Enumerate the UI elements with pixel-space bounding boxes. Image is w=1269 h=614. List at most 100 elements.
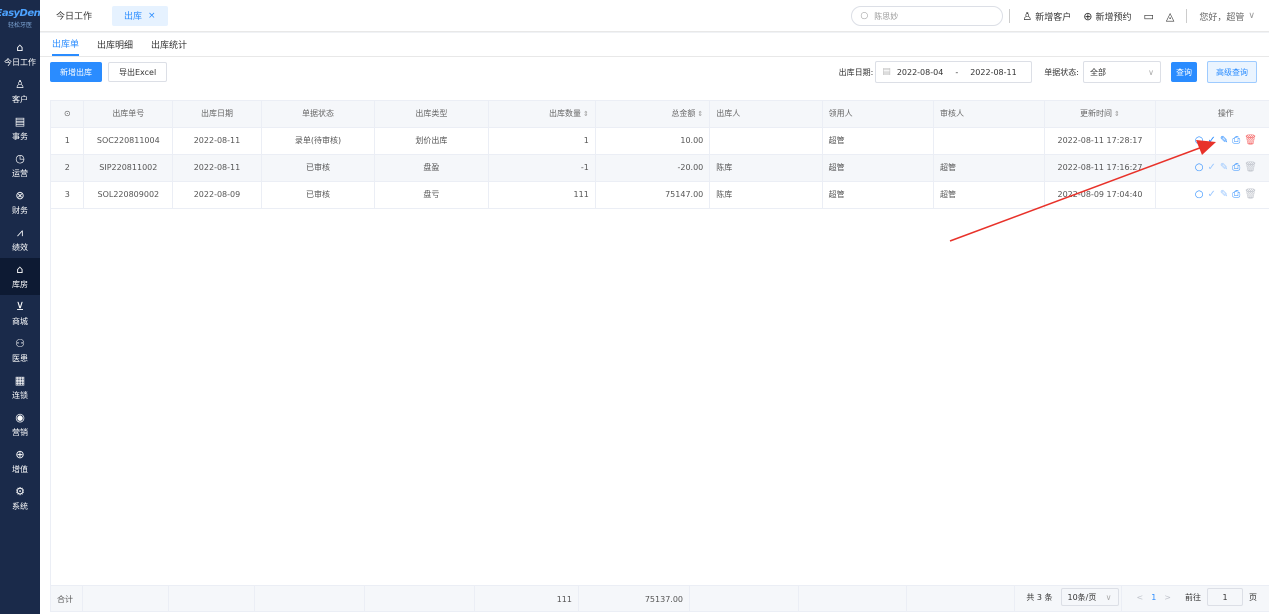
col-amount[interactable]: 总金额 ⇕ bbox=[595, 101, 711, 128]
sidebar-item-9[interactable]: ▦ 连锁 bbox=[0, 369, 40, 406]
sidebar-item-label: 系统 bbox=[12, 501, 28, 511]
view-icon[interactable]: ○ bbox=[1195, 135, 1204, 146]
sidebar-item-12[interactable]: ⚙ 系统 bbox=[0, 480, 40, 517]
total-count: 共 3 条 bbox=[1026, 592, 1053, 602]
sidebar: EasyDent 轻松牙医 ⌂ 今日工作 ♙ 客户 ▤ 事务 ◷ 运营 ⊗ 财务 ⩘ 绩效 ⌂ 库房 ⊻ 商城… bbox=[0, 0, 45, 614]
page-size-select[interactable]: 10条/页 ∨ bbox=[1060, 588, 1119, 606]
summary-qty: 111 bbox=[475, 586, 579, 612]
advanced-query-button[interactable]: 高级查询 bbox=[1207, 61, 1257, 83]
export-excel-button[interactable]: 导出Excel bbox=[108, 62, 168, 82]
cell-amount: -20.00 bbox=[595, 154, 711, 182]
task-icon: ▤ bbox=[14, 114, 26, 128]
user-menu[interactable]: 您好，超管 ∨ bbox=[1199, 10, 1255, 23]
people-icon: ⚇ bbox=[15, 336, 25, 350]
cell-receiver: 超管 bbox=[822, 154, 934, 182]
warehouse-icon: ⌂ bbox=[16, 262, 24, 276]
chevron-down-icon: ∨ bbox=[1148, 67, 1154, 77]
new-outbound-button[interactable]: 新增出库 bbox=[50, 62, 102, 82]
print-icon[interactable]: ⎙ bbox=[1232, 189, 1240, 200]
sort-icon[interactable]: ⇕ bbox=[697, 110, 703, 118]
cell-amount: 75147.00 bbox=[595, 181, 711, 209]
table-row[interactable]: 1 SOC220811004 2022-08-11 录单(待审核) 划价出库 1 10.00… bbox=[51, 127, 1269, 155]
sidebar-item-label: 客户 bbox=[12, 94, 28, 104]
approve-icon[interactable]: ✓ bbox=[1207, 162, 1215, 173]
tab-outbound[interactable]: 出库 × bbox=[112, 5, 168, 26]
table-row[interactable]: 2 SIP220811002 2022-08-11 已审核 盘盈 -1 -20.00 陈库 超管… bbox=[51, 154, 1269, 182]
edit-icon[interactable]: ✎ bbox=[1220, 135, 1228, 146]
edit-icon[interactable]: ✎ bbox=[1220, 162, 1228, 173]
table-row[interactable]: 3 SOL220809002 2022-08-09 已审核 盘亏 111 75147.00 陈… bbox=[51, 181, 1269, 209]
chevron-down-icon: ∨ bbox=[1248, 11, 1255, 21]
bell-icon[interactable]: ◬ bbox=[1166, 10, 1174, 23]
print-icon[interactable]: ⎙ bbox=[1232, 135, 1240, 146]
close-icon[interactable]: × bbox=[148, 11, 156, 21]
building-icon: ▦ bbox=[14, 373, 26, 387]
date-range-picker[interactable]: ▤ 2022-08-04 - 2022-08-11 bbox=[875, 61, 1033, 83]
new-customer-button[interactable]: ♙ 新增客户 bbox=[1022, 10, 1071, 23]
cell-outby bbox=[709, 127, 823, 155]
prev-page-icon[interactable]: < bbox=[1137, 593, 1144, 602]
view-icon[interactable]: ○ bbox=[1195, 162, 1204, 173]
goto-page-input[interactable]: 1 bbox=[1207, 588, 1243, 606]
col-updated[interactable]: 更新时间 ⇕ bbox=[1044, 101, 1156, 128]
sidebar-item-3[interactable]: ◷ 运营 bbox=[0, 147, 40, 184]
message-icon[interactable]: ▭ bbox=[1144, 10, 1154, 23]
col-qty[interactable]: 出库数量 ⇕ bbox=[488, 101, 596, 128]
cell-ops: ○ ✓ ✎ ⎙ 🗑 bbox=[1155, 154, 1269, 182]
sidebar-item-10[interactable]: ◉ 营销 bbox=[0, 406, 40, 443]
cell-no: SOL220809002 bbox=[83, 181, 174, 209]
query-button[interactable]: 查询 bbox=[1171, 62, 1197, 82]
sidebar-item-11[interactable]: ⊕ 增值 bbox=[0, 443, 40, 480]
settings-icon: ⚙ bbox=[15, 484, 25, 498]
status-select[interactable]: 全部 ∨ bbox=[1083, 61, 1161, 83]
delete-icon[interactable]: 🗑 bbox=[1244, 135, 1257, 146]
sidebar-item-6[interactable]: ⌂ 库房 bbox=[0, 258, 40, 295]
sidebar-item-2[interactable]: ▤ 事务 bbox=[0, 110, 40, 147]
col-updated-label: 更新时间 bbox=[1080, 109, 1113, 119]
user-icon: ♙ bbox=[15, 77, 25, 91]
date-label: 出库日期: bbox=[838, 67, 874, 77]
sidebar-item-4[interactable]: ⊗ 财务 bbox=[0, 184, 40, 221]
col-status: 单据状态 bbox=[261, 101, 376, 128]
greeting: 您好，超管 bbox=[1199, 12, 1245, 23]
tab-today[interactable]: 今日工作 bbox=[44, 6, 104, 26]
cell-outby: 陈库 bbox=[709, 154, 823, 182]
new-booking-button[interactable]: ⊕ 新增预约 bbox=[1083, 10, 1131, 23]
sidebar-item-label: 今日工作 bbox=[4, 57, 36, 67]
next-page-icon[interactable]: > bbox=[1164, 593, 1171, 602]
date-sep: - bbox=[955, 67, 959, 77]
cell-auditor: 超管 bbox=[933, 181, 1046, 209]
delete-icon[interactable]: 🗑 bbox=[1244, 189, 1257, 200]
tab-outbound-details[interactable]: 出库明细 bbox=[97, 38, 133, 56]
view-icon[interactable]: ○ bbox=[1195, 189, 1204, 200]
search-input[interactable]: ○ 陈思妙 bbox=[851, 6, 1004, 26]
sidebar-item-label: 营销 bbox=[12, 427, 28, 437]
index-header-icon[interactable]: ⊙ bbox=[51, 101, 85, 128]
col-amount-label: 总金额 bbox=[671, 109, 696, 119]
gift-icon: ⊕ bbox=[15, 447, 25, 461]
cell-status: 已审核 bbox=[261, 181, 376, 209]
delete-icon[interactable]: 🗑 bbox=[1244, 162, 1257, 173]
sidebar-item-1[interactable]: ♙ 客户 bbox=[0, 73, 40, 110]
cell-updated: 2022-08-11 17:16:27 bbox=[1044, 154, 1156, 182]
edit-icon[interactable]: ✎ bbox=[1220, 189, 1228, 200]
page-number[interactable]: 1 bbox=[1151, 593, 1156, 602]
tab-outbound-stats[interactable]: 出库统计 bbox=[151, 38, 187, 56]
divider bbox=[1009, 9, 1011, 23]
sort-icon[interactable]: ⇕ bbox=[1114, 110, 1120, 118]
page-unit: 页 bbox=[1249, 592, 1257, 602]
sidebar-item-8[interactable]: ⚇ 医患 bbox=[0, 332, 40, 369]
tab-outbound-orders[interactable]: 出库单 bbox=[52, 37, 80, 56]
sidebar-item-7[interactable]: ⊻ 商城 bbox=[0, 295, 40, 332]
approve-icon[interactable]: ✓ bbox=[1207, 135, 1215, 146]
table-header: ⊙ 出库单号 出库日期 单据状态 出库类型 出库数量 ⇕ 总金额 ⇕ 出库人 领用人… bbox=[51, 101, 1269, 128]
cell-idx: 2 bbox=[51, 154, 85, 182]
cell-auditor: 超管 bbox=[933, 154, 1046, 182]
summary-amount: 75137.00 bbox=[579, 586, 690, 612]
sort-icon[interactable]: ⇕ bbox=[583, 110, 589, 118]
print-icon[interactable]: ⎙ bbox=[1232, 162, 1240, 173]
approve-icon[interactable]: ✓ bbox=[1207, 189, 1215, 200]
sidebar-item-5[interactable]: ⩘ 绩效 bbox=[0, 221, 40, 258]
cell-receiver: 超管 bbox=[822, 181, 934, 209]
sidebar-item-0[interactable]: ⌂ 今日工作 bbox=[0, 36, 40, 73]
